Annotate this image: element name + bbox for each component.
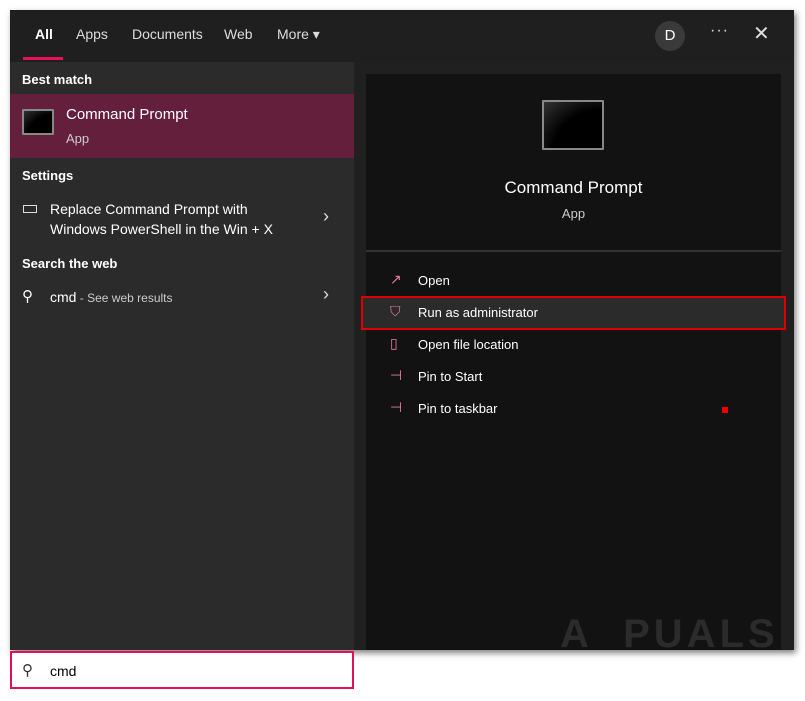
shield-icon: ⛉	[390, 303, 401, 319]
action-pin-to-start[interactable]: ⊣ Pin to Start	[366, 362, 781, 392]
watermark-logo: A PUALS	[560, 612, 779, 656]
tab-apps[interactable]: Apps	[76, 26, 108, 42]
action-open-file-location[interactable]: ▯ Open file location	[366, 330, 781, 360]
preview-subtitle: App	[561, 206, 586, 221]
preview-title: Command Prompt	[504, 178, 643, 197]
preview-panel: Command Prompt App ↗ Open ⛉ Run as adminis…	[361, 74, 786, 650]
settings-item-line2: Windows PowerShell in the Win + X	[50, 221, 273, 237]
settings-heading: Settings	[22, 168, 74, 183]
best-match-title: Command Prompt	[66, 106, 188, 123]
tab-documents[interactable]: Documents	[132, 26, 203, 42]
settings-item-line1: Replace Command Prompt with	[50, 201, 248, 217]
action-label: Open file location	[418, 337, 519, 352]
web-query: cmd	[50, 289, 77, 305]
action-label: Open	[418, 273, 450, 288]
annotation-marker	[722, 407, 728, 413]
action-label: Pin to taskbar	[418, 401, 498, 416]
best-match-item[interactable]: Command Prompt App	[10, 94, 354, 158]
avatar[interactable]: D	[655, 21, 685, 51]
pin-icon: ⊣	[390, 367, 403, 383]
command-prompt-large-icon	[542, 100, 604, 150]
web-suffix: - See web results	[76, 291, 173, 305]
command-prompt-icon	[22, 109, 54, 135]
active-tab-indicator	[23, 57, 63, 60]
action-label: Run as administrator	[418, 305, 538, 320]
monitor-icon	[23, 205, 37, 213]
pin-icon: ⊣	[390, 399, 403, 415]
search-input[interactable]: cmd	[50, 663, 76, 679]
action-label: Pin to Start	[418, 369, 483, 384]
close-icon[interactable]: ✕	[753, 21, 770, 46]
results-panel: Best match Command Prompt App Settings R…	[10, 62, 354, 650]
search-web-heading: Search the web	[22, 256, 118, 271]
tab-web[interactable]: Web	[224, 26, 253, 42]
open-icon: ↗	[390, 271, 402, 287]
search-icon: ⚲	[22, 288, 33, 305]
header: All Apps Documents Web More ▾ D ··· ✕	[10, 10, 794, 62]
chevron-right-icon: ›	[323, 206, 329, 226]
more-options-icon[interactable]: ···	[710, 22, 729, 40]
best-match-subtitle: App	[66, 131, 90, 146]
divider	[366, 250, 781, 252]
best-match-heading: Best match	[22, 72, 93, 87]
action-open[interactable]: ↗ Open	[366, 266, 781, 296]
search-box[interactable]: ⚲ cmd	[10, 651, 354, 689]
action-pin-to-taskbar[interactable]: ⊣ Pin to taskbar	[366, 394, 781, 424]
tab-all[interactable]: All	[35, 26, 53, 42]
chevron-right-icon: ›	[323, 284, 329, 304]
start-search-window: All Apps Documents Web More ▾ D ··· ✕ Be…	[10, 10, 794, 650]
file-location-icon: ▯	[390, 335, 398, 351]
search-icon: ⚲	[22, 662, 33, 679]
action-run-as-administrator[interactable]: ⛉ Run as administrator	[361, 296, 786, 330]
tab-more[interactable]: More ▾	[277, 26, 320, 43]
